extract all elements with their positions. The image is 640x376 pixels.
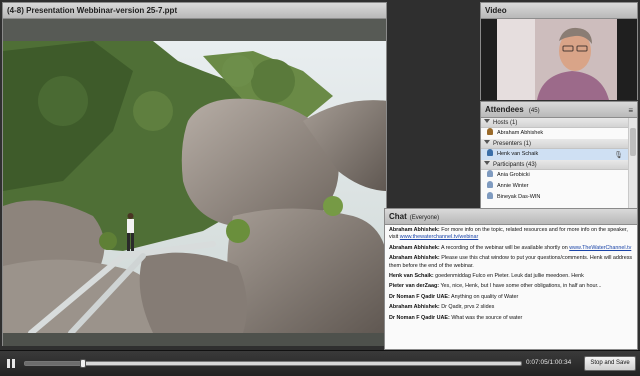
playback-timeline[interactable] bbox=[24, 359, 522, 368]
landscape-photo bbox=[3, 41, 386, 333]
chat-text: Dr Qadir, prvs 2 slides bbox=[441, 304, 495, 311]
pause-icon[interactable] bbox=[5, 358, 17, 370]
attendee-row[interactable]: Annie Winter bbox=[481, 181, 629, 192]
playback-bar: 0:07:05/1:00:34 Stop and Save bbox=[0, 350, 640, 376]
participant-icon bbox=[487, 192, 493, 199]
chat-text: goedenmiddag Fulco en Pieter. Leuk dat j… bbox=[435, 273, 584, 280]
chat-text: A recording of the webinar will be avail… bbox=[440, 244, 570, 251]
chat-messages: Abraham Abhishek: For more info on the t… bbox=[385, 225, 637, 350]
chat-message: Abraham Abhishek: A recording of the web… bbox=[389, 245, 633, 252]
attendees-title: Attendees bbox=[485, 105, 524, 114]
chat-sender: Abraham Abhishek: bbox=[389, 304, 440, 311]
attendee-row[interactable]: Ania Grobicki bbox=[481, 170, 629, 181]
chat-message: Abraham Abhishek: Please use this chat w… bbox=[389, 255, 633, 270]
chat-text: What was the source of water bbox=[451, 314, 523, 321]
chat-text: Yes, nice, Henk, but I have some other o… bbox=[440, 283, 602, 290]
chat-message: Henk van Schaik: goedenmiddag Fulco en P… bbox=[389, 273, 633, 280]
chat-sender: Abraham Abhishek: bbox=[389, 244, 440, 251]
microphone-icon: 🎙 bbox=[614, 152, 623, 159]
video-area bbox=[481, 19, 637, 100]
slide-photo bbox=[3, 41, 386, 333]
attendee-name: Ania Grobicki bbox=[497, 172, 530, 178]
attendees-count: (45) bbox=[528, 108, 540, 114]
chat-sender: Pieter van derZaag: bbox=[389, 283, 440, 290]
video-pod: Video bbox=[480, 2, 638, 100]
host-icon bbox=[487, 128, 493, 135]
chat-sender: Abraham Abhishek: bbox=[389, 255, 440, 262]
chat-text: Anything on quality of Water bbox=[451, 293, 519, 300]
attendee-scrollbar[interactable] bbox=[628, 118, 637, 211]
playback-time: 0:07:05/1:00:34 bbox=[526, 359, 572, 366]
timeline-progress bbox=[25, 362, 84, 365]
chat-title: Chat bbox=[389, 212, 407, 221]
chat-message: Dr Noman F Qadir UAE: Anything on qualit… bbox=[389, 294, 633, 301]
chat-message: Abraham Abhishek: Dr Qadir, prvs 2 slide… bbox=[389, 304, 633, 311]
attendee-list: Hosts (1) Abraham Abhishek Presenters (1… bbox=[481, 118, 629, 211]
presentation-title: (4-8) Presentation Webbinar-version 25-7… bbox=[3, 3, 386, 19]
chat-sender: Dr Noman F Qadir UAE: bbox=[389, 293, 450, 300]
chat-sender: Abraham Abhishek: bbox=[389, 227, 440, 233]
presentation-pod: (4-8) Presentation Webbinar-version 25-7… bbox=[2, 2, 387, 346]
attendee-name: Henk van Schaik bbox=[497, 151, 539, 157]
stop-and-save-button[interactable]: Stop and Save bbox=[584, 356, 636, 371]
chat-sender: Henk van Schaik: bbox=[389, 273, 434, 280]
participant-icon bbox=[487, 181, 493, 188]
chat-message: Pieter van derZaag: Yes, nice, Henk, but… bbox=[389, 283, 633, 290]
group-participants[interactable]: Participants (43) bbox=[481, 160, 629, 170]
participant-icon bbox=[487, 170, 493, 177]
meeting-playback-window: (4-8) Presentation Webbinar-version 25-7… bbox=[0, 0, 640, 376]
attendees-header: Attendees (45) bbox=[481, 102, 637, 118]
timeline-scrubber[interactable] bbox=[80, 359, 87, 368]
slide-header-band bbox=[3, 19, 386, 41]
pod-menu-icon[interactable]: ≡ bbox=[628, 106, 633, 115]
chat-header: Chat (Everyone) bbox=[385, 209, 637, 225]
group-presenters[interactable]: Presenters (1) bbox=[481, 139, 629, 149]
attendee-row[interactable]: Henk van Schaik 🎙 bbox=[481, 149, 629, 160]
webcam-feed bbox=[497, 19, 617, 100]
presenter-video bbox=[497, 19, 617, 100]
chat-message: Abraham Abhishek: For more info on the t… bbox=[389, 227, 633, 242]
attendee-row[interactable]: Bineyak Das-WIN bbox=[481, 192, 629, 203]
scrollbar-thumb[interactable] bbox=[630, 128, 636, 156]
attendee-name: Bineyak Das-WIN bbox=[497, 194, 541, 200]
attendee-row[interactable]: Abraham Abhishek bbox=[481, 128, 629, 139]
chat-scope: (Everyone) bbox=[409, 215, 440, 221]
chat-message: Dr Noman F Qadir UAE: What was the sourc… bbox=[389, 315, 633, 322]
attendee-name: Abraham Abhishek bbox=[497, 130, 544, 136]
chat-link[interactable]: www.thewaterchannel.tv/webinar bbox=[400, 234, 479, 240]
group-label: Participants (43) bbox=[493, 162, 537, 168]
chat-sender: Dr Noman F Qadir UAE: bbox=[389, 314, 450, 321]
video-title: Video bbox=[481, 3, 637, 19]
group-label: Presenters (1) bbox=[493, 141, 532, 147]
collapse-triangle-icon bbox=[484, 161, 490, 165]
group-hosts[interactable]: Hosts (1) bbox=[481, 118, 629, 128]
group-label: Hosts (1) bbox=[493, 120, 518, 126]
chat-pod: Chat (Everyone) Abraham Abhishek: For mor… bbox=[384, 208, 638, 350]
attendee-name: Annie Winter bbox=[497, 183, 529, 189]
collapse-triangle-icon bbox=[484, 119, 490, 123]
attendees-pod: Attendees (45) ≡ Hosts (1) Abraham Abhis… bbox=[480, 101, 638, 211]
slide-footer-band bbox=[3, 333, 386, 346]
chat-link[interactable]: www.TheWaterChannel.tv bbox=[569, 245, 631, 251]
presenter-icon bbox=[487, 149, 493, 156]
collapse-triangle-icon bbox=[484, 140, 490, 144]
